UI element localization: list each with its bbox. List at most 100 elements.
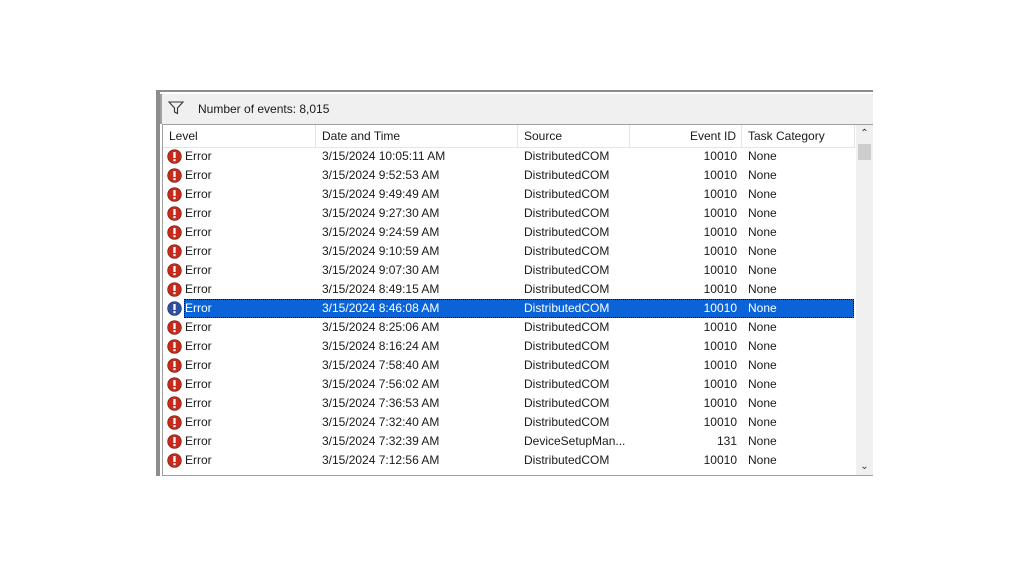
cell-source: DistributedCOM [524, 149, 610, 163]
error-icon [167, 301, 182, 316]
cell-source: DistributedCOM [524, 320, 610, 334]
error-icon [167, 263, 182, 278]
error-icon [167, 187, 182, 202]
table-row[interactable]: Error 3/15/2024 10:05:11 AM DistributedCOM… [163, 147, 855, 166]
cell-level: Error [185, 206, 212, 220]
cell-datetime: 3/15/2024 8:46:08 AM [322, 301, 440, 315]
cell-datetime: 3/15/2024 8:25:06 AM [322, 320, 440, 334]
event-list-panel: Number of events: 8,015 Level Date and T… [160, 90, 873, 476]
cell-event-id: 10010 [703, 149, 737, 163]
cell-datetime: 3/15/2024 9:10:59 AM [322, 244, 440, 258]
cell-task-category: None [748, 434, 777, 448]
cell-source: DistributedCOM [524, 377, 610, 391]
vertical-scrollbar[interactable]: ⌃ ⌄ [856, 125, 873, 475]
error-icon [167, 320, 182, 335]
cell-event-id: 131 [716, 434, 737, 448]
table-row[interactable]: Error 3/15/2024 9:07:30 AM DistributedCOM 1… [163, 261, 855, 280]
cell-task-category: None [748, 377, 777, 391]
cell-datetime: 3/15/2024 7:36:53 AM [322, 396, 440, 410]
table-row[interactable]: Error 3/15/2024 7:58:40 AM DistributedCOM 1… [163, 356, 855, 375]
cell-level: Error [185, 453, 212, 467]
cell-level: Error [185, 396, 212, 410]
table-row[interactable]: Error 3/15/2024 7:36:53 AM DistributedCOM 1… [163, 394, 855, 413]
cell-task-category: None [748, 187, 777, 201]
cell-event-id: 10010 [703, 263, 737, 277]
cell-task-category: None [748, 320, 777, 334]
cell-source: DistributedCOM [524, 263, 610, 277]
cell-level: Error [185, 263, 212, 277]
cell-datetime: 3/15/2024 7:58:40 AM [322, 358, 440, 372]
cell-task-category: None [748, 282, 777, 296]
cell-datetime: 3/15/2024 9:27:30 AM [322, 206, 440, 220]
cell-datetime: 3/15/2024 7:56:02 AM [322, 377, 440, 391]
cell-source: DistributedCOM [524, 396, 610, 410]
cell-event-id: 10010 [703, 396, 737, 410]
cell-task-category: None [748, 168, 777, 182]
cell-task-category: None [748, 301, 777, 315]
error-icon [167, 206, 182, 221]
cell-level: Error [185, 301, 212, 315]
scrollbar-thumb[interactable] [858, 144, 871, 160]
error-icon [167, 396, 182, 411]
cell-datetime: 3/15/2024 7:32:40 AM [322, 415, 440, 429]
cell-level: Error [185, 225, 212, 239]
cell-source: DistributedCOM [524, 244, 610, 258]
cell-event-id: 10010 [703, 244, 737, 258]
column-header-event-id[interactable]: Event ID [630, 125, 742, 147]
cell-level: Error [185, 434, 212, 448]
cell-event-id: 10010 [703, 225, 737, 239]
cell-event-id: 10010 [703, 339, 737, 353]
cell-source: DistributedCOM [524, 187, 610, 201]
cell-event-id: 10010 [703, 415, 737, 429]
table-row[interactable]: Error 3/15/2024 8:49:15 AM DistributedCOM 1… [163, 280, 855, 299]
cell-datetime: 3/15/2024 9:24:59 AM [322, 225, 440, 239]
cell-task-category: None [748, 206, 777, 220]
cell-task-category: None [748, 396, 777, 410]
column-header-task-category[interactable]: Task Category [742, 125, 855, 147]
filter-funnel-icon[interactable] [168, 101, 184, 115]
column-header-date-and-time[interactable]: Date and Time [316, 125, 518, 147]
chevron-up-icon[interactable]: ⌃ [856, 125, 873, 142]
cell-task-category: None [748, 244, 777, 258]
cell-source: DistributedCOM [524, 339, 610, 353]
cell-level: Error [185, 377, 212, 391]
error-icon [167, 415, 182, 430]
table-row[interactable]: Error 3/15/2024 9:10:59 AM DistributedCOM 1… [163, 242, 855, 261]
table-row[interactable]: Error 3/15/2024 7:56:02 AM DistributedCOM 1… [163, 375, 855, 394]
cell-level: Error [185, 244, 212, 258]
table-row[interactable]: Error 3/15/2024 9:49:49 AM DistributedCOM 1… [163, 185, 855, 204]
error-icon [167, 149, 182, 164]
events-table[interactable]: Level Date and Time Source Event ID Task… [162, 124, 873, 476]
cell-level: Error [185, 358, 212, 372]
column-header-level[interactable]: Level [163, 125, 316, 147]
error-icon [167, 434, 182, 449]
cell-source: DistributedCOM [524, 282, 610, 296]
table-row[interactable]: Error 3/15/2024 8:16:24 AM DistributedCOM 1… [163, 337, 855, 356]
table-row[interactable]: Error 3/15/2024 7:12:56 AM DistributedCOM 1… [163, 451, 855, 470]
table-row[interactable]: Error 3/15/2024 9:24:59 AM DistributedCOM 1… [163, 223, 855, 242]
table-row[interactable]: Error 3/15/2024 8:25:06 AM DistributedCOM 1… [163, 318, 855, 337]
cell-event-id: 10010 [703, 206, 737, 220]
error-icon [167, 282, 182, 297]
cell-datetime: 3/15/2024 8:49:15 AM [322, 282, 440, 296]
table-row[interactable]: Error 3/15/2024 9:27:30 AM DistributedCOM 1… [163, 204, 855, 223]
table-row[interactable]: Error 3/15/2024 7:32:40 AM DistributedCOM 1… [163, 413, 855, 432]
table-row[interactable]: Error 3/15/2024 9:52:53 AM DistributedCOM 1… [163, 166, 855, 185]
cell-source: DistributedCOM [524, 206, 610, 220]
table-row[interactable]: Error 3/15/2024 8:46:08 AM DistributedCOM 1… [167, 299, 854, 318]
cell-event-id: 10010 [703, 377, 737, 391]
cell-source: DistributedCOM [524, 358, 610, 372]
cell-source: DeviceSetupMan... [524, 434, 626, 448]
cell-event-id: 10010 [703, 168, 737, 182]
cell-datetime: 3/15/2024 9:52:53 AM [322, 168, 440, 182]
cell-event-id: 10010 [703, 301, 737, 315]
chevron-down-icon[interactable]: ⌄ [856, 458, 873, 475]
cell-source: DistributedCOM [524, 225, 610, 239]
cell-event-id: 10010 [703, 320, 737, 334]
cell-task-category: None [748, 263, 777, 277]
table-row[interactable]: Error 3/15/2024 7:32:39 AM DeviceSetupMan.… [163, 432, 855, 451]
cell-level: Error [185, 187, 212, 201]
cell-level: Error [185, 168, 212, 182]
cell-task-category: None [748, 358, 777, 372]
column-header-source[interactable]: Source [518, 125, 630, 147]
